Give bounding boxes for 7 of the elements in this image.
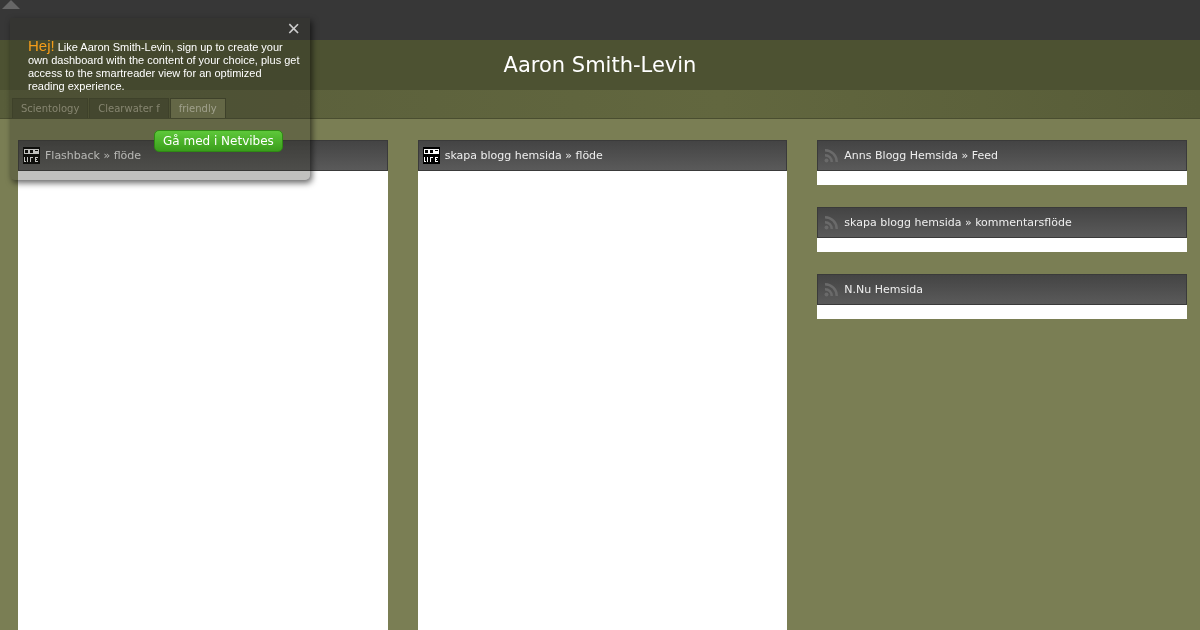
dashboard-title: Aaron Smith-Levin bbox=[503, 53, 697, 77]
widget-title: Anns Blogg Hemsida » Feed bbox=[844, 149, 999, 162]
popup-message: Hej! Like Aaron Smith-Levin, sign up to create your own dashboard with the content of your choice, plus get access to the smartreader view for an optimized reading experience. bbox=[28, 39, 300, 93]
widget-title: Flashback » flöde bbox=[45, 149, 142, 162]
widget-title: N.Nu Hemsida bbox=[844, 283, 924, 296]
widget-title: skapa blogg hemsida » flöde bbox=[444, 149, 603, 162]
widget-title: skapa blogg hemsida » kommentarsflöde bbox=[844, 216, 1072, 229]
